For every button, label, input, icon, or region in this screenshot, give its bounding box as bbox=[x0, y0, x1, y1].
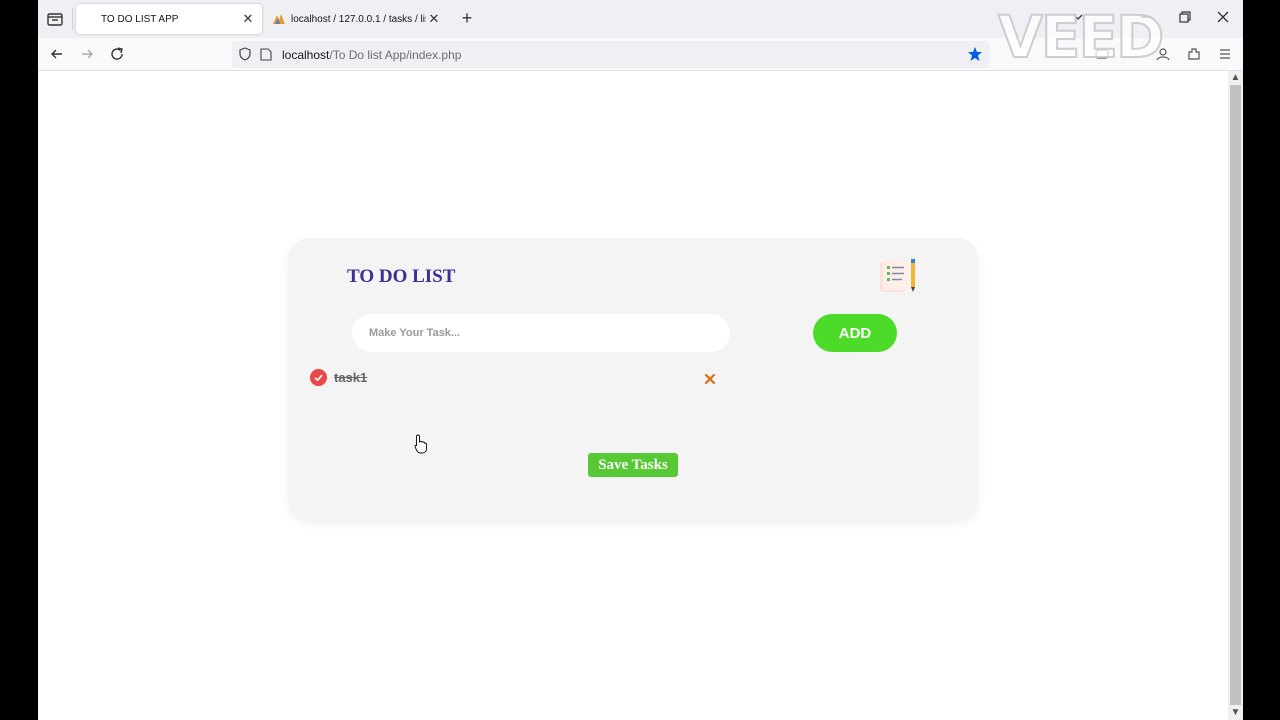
notepad-icon bbox=[880, 259, 915, 292]
page-icon[interactable] bbox=[260, 48, 272, 61]
task-input[interactable] bbox=[352, 314, 730, 352]
scroll-down-icon[interactable]: ▼ bbox=[1228, 706, 1243, 720]
restore-icon[interactable] bbox=[1178, 10, 1192, 24]
scroll-up-icon[interactable]: ▲ bbox=[1228, 71, 1243, 85]
veed-watermark: VEED bbox=[997, 3, 1165, 71]
back-icon[interactable] bbox=[49, 46, 65, 62]
add-button[interactable]: ADD bbox=[813, 314, 897, 352]
tab-separator bbox=[72, 8, 73, 30]
todo-card: TO DO LIST ADD task1 Save Tasks bbox=[288, 238, 978, 520]
star-icon[interactable] bbox=[967, 46, 983, 62]
close-icon[interactable]: ✕ bbox=[240, 11, 256, 27]
plus-icon[interactable]: + bbox=[458, 9, 476, 28]
extensions-icon[interactable] bbox=[1186, 46, 1202, 62]
task-text: task1 bbox=[334, 370, 368, 385]
browser-window: TO DO LIST APP ✕ localhost / 127.0.0.1 /… bbox=[38, 0, 1243, 720]
url-host: localhost bbox=[282, 48, 330, 62]
phpmyadmin-icon bbox=[273, 14, 285, 24]
scroll-thumb[interactable] bbox=[1230, 85, 1241, 705]
url-path: /To Do list App/index.php bbox=[329, 48, 462, 62]
page-scrollbar[interactable]: ▲ ▼ bbox=[1228, 71, 1243, 720]
delete-icon[interactable] bbox=[703, 372, 717, 386]
save-tasks-button[interactable]: Save Tasks bbox=[588, 453, 678, 477]
tab-list-icon[interactable] bbox=[46, 10, 64, 28]
tab-todo-app[interactable]: TO DO LIST APP ✕ bbox=[76, 4, 262, 34]
menu-icon[interactable] bbox=[1217, 46, 1233, 62]
close-icon[interactable]: ✕ bbox=[426, 11, 442, 27]
close-window-icon[interactable] bbox=[1216, 10, 1230, 24]
tab-title: localhost / 127.0.0.1 / tasks / list bbox=[291, 13, 426, 25]
url-bar[interactable]: localhost/To Do list App/index.php bbox=[232, 41, 989, 68]
check-icon[interactable] bbox=[310, 369, 327, 386]
task-item[interactable]: task1 bbox=[310, 369, 720, 389]
app-title: TO DO LIST bbox=[347, 266, 456, 287]
tab-phpmyadmin[interactable]: localhost / 127.0.0.1 / tasks / list ✕ bbox=[268, 4, 448, 34]
tab-title: TO DO LIST APP bbox=[101, 13, 179, 25]
reload-icon[interactable] bbox=[109, 46, 125, 62]
shield-icon[interactable] bbox=[238, 47, 252, 61]
pointer-cursor-icon bbox=[414, 434, 427, 454]
forward-icon[interactable] bbox=[79, 46, 95, 62]
url-text[interactable]: localhost/To Do list App/index.php bbox=[282, 48, 461, 62]
